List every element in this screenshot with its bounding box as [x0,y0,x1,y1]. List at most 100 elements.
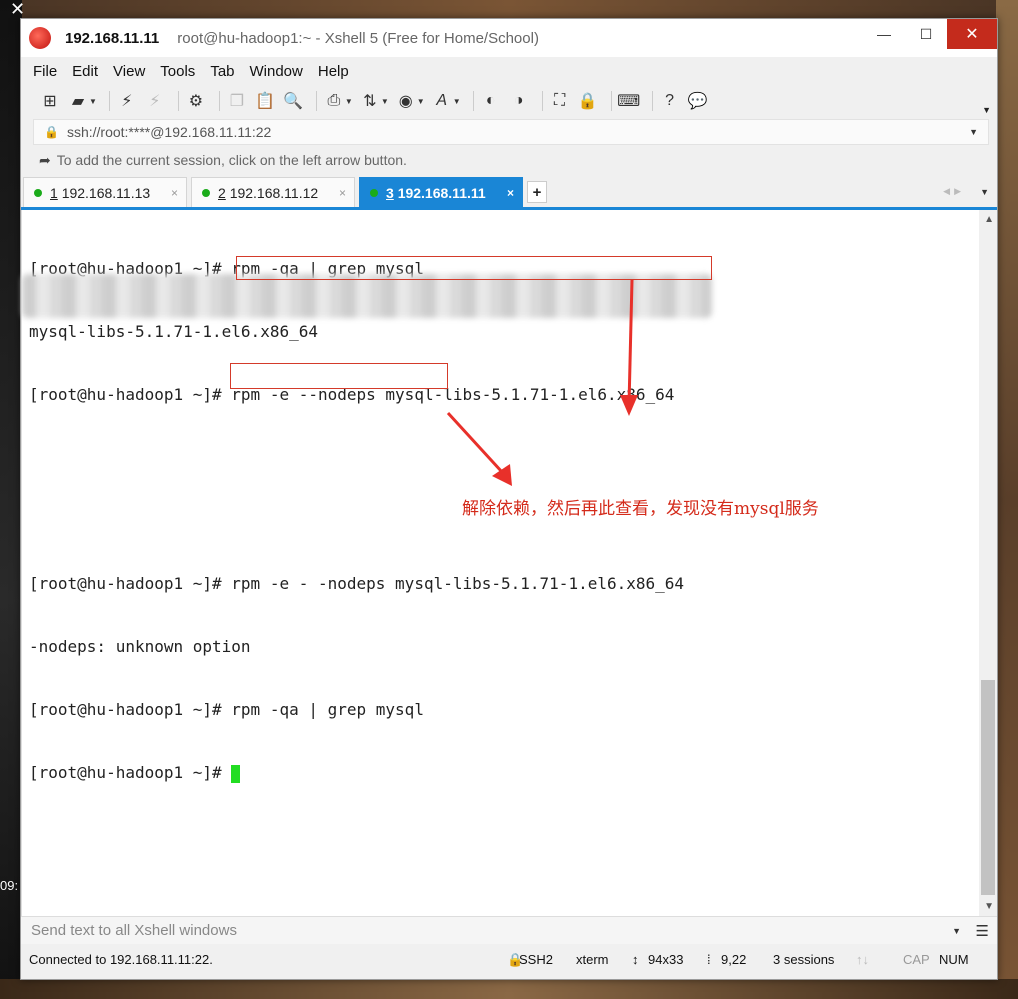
menu-tools[interactable]: Tools [160,63,195,80]
terminal-scrollbar[interactable]: ▲ ▼ [979,210,997,916]
scroll-down-icon[interactable]: ▼ [984,901,994,912]
caps-lock-status: CAP [903,952,930,967]
window-title-ip: 192.168.11.11 [65,29,160,47]
redacted-blur [22,274,712,318]
globe-icon[interactable]: ◉ [395,90,417,112]
tab-session-3[interactable]: 3 192.168.11.11 × [359,177,523,207]
globe-dropdown-icon[interactable]: ▼ [417,97,425,106]
toolbar-divider [651,91,653,111]
window-title: root@hu-hadoop1:~ - Xshell 5 (Free for H… [177,29,539,47]
tab-label: 192.168.11.12 [229,184,319,201]
menu-bar: File Edit View Tools Tab Window Help [21,57,997,85]
tab-number: 2 [218,184,226,201]
tab-close-icon[interactable]: × [339,186,346,200]
chat-icon[interactable]: 💬 [687,90,709,112]
terminal-area[interactable]: [root@hu-hadoop1 ~]# rpm -qa | grep mysq… [21,210,997,916]
send-text-input[interactable]: Send text to all Xshell windows [31,922,237,939]
toolbar-divider [108,91,110,111]
keyboard-icon[interactable]: ⌨ [617,90,640,112]
fullscreen-icon[interactable]: ⛶ [549,90,571,112]
font-icon[interactable]: A [431,90,453,112]
tab-close-icon[interactable]: × [171,186,178,200]
font-dropdown-icon[interactable]: ▼ [453,97,461,106]
terminal-prompt: [root@hu-hadoop1 ~]# [29,763,232,782]
scroll-up-icon[interactable]: ▲ [984,214,994,225]
arrow-session-icon[interactable]: ➦ [39,152,51,169]
session-hint-bar: ➦ To add the current session, click on t… [21,145,997,175]
lock-icon: 🔒 [44,125,59,139]
window-controls: — ☐ ✕ [863,19,997,49]
terminal-size-icon: ↕ [632,952,639,967]
properties-icon[interactable]: ⚙ [185,90,207,112]
send-menu-icon[interactable]: ☰ [976,922,989,940]
find-icon[interactable]: 🔍 [282,90,304,112]
annotation-text: 解除依赖，然后再此查看，发现没有mysql服务 [462,499,819,519]
tab-scroll-arrows-icon[interactable]: ◀▶ [943,186,965,197]
toolbar-divider [610,91,612,111]
terminal-size: 94x33 [648,952,684,967]
highlight-box-grep [230,363,448,389]
toolbar-divider [315,91,317,111]
desktop-background-left [0,0,22,999]
xshell-window: 192.168.11.11 root@hu-hadoop1:~ - Xshell… [20,18,998,980]
toolbar-overflow-icon[interactable]: ▼ [982,105,991,115]
close-button[interactable]: ✕ [947,19,997,49]
maximize-button[interactable]: ☐ [905,19,947,49]
script-icon[interactable]: ◑ [508,90,530,112]
menu-view[interactable]: View [113,63,145,80]
address-dropdown-icon[interactable]: ▼ [969,127,978,137]
highlight-box-nodeps [236,256,712,280]
tab-session-2[interactable]: 2 192.168.11.12 × [191,177,355,207]
toolbar: ⊞ ▰ ▼ ⚡ ⚡ ⚙ ❐ 📋 🔍 ⎙ ▼ ⇅ ▼ ◉ ▼ A ▼ ◐ ◑ ⛶ 🔒 ⌨ ?… [21,85,997,117]
menu-tab[interactable]: Tab [210,63,234,80]
new-session-icon[interactable]: ⊞ [39,90,61,112]
menu-help[interactable]: Help [318,63,349,80]
scrollbar-thumb[interactable] [981,680,995,895]
terminal-line: mysql-libs-5.1.71-1.el6.x86_64 [29,322,318,341]
toolbar-divider [541,91,543,111]
terminal-line: [root@hu-hadoop1 ~]# rpm -e - -nodeps my… [29,574,685,593]
protocol-status: SSH2 [519,952,553,967]
lock-icon[interactable]: 🔒 [577,90,599,112]
session-count: 3 sessions [773,952,835,967]
tab-bar: 1 192.168.11.13 × 2 192.168.11.12 × 3 19… [21,175,997,207]
terminal-line: [root@hu-hadoop1 ~]# rpm -qa | grep mysq… [29,700,424,719]
add-tab-button[interactable]: + [527,181,547,203]
help-icon[interactable]: ? [659,90,681,112]
open-dropdown-icon[interactable]: ▼ [89,97,97,106]
desktop-background-bottom [0,979,1018,999]
disconnect-icon[interactable]: ⚡ [144,90,166,112]
upload-download-icon: ↑↓ [856,952,869,967]
open-folder-icon[interactable]: ▰ [67,90,89,112]
close-icon[interactable]: ✕ [10,0,34,18]
send-text-bar[interactable]: Send text to all Xshell windows ▼ ☰ [21,916,997,944]
paste-icon[interactable]: 📋 [254,90,276,112]
menu-file[interactable]: File [33,63,57,80]
connected-status-icon [34,188,42,197]
xftp-icon[interactable]: ◐ [480,90,502,112]
minimize-button[interactable]: — [863,19,905,49]
terminal-prompt-line: [root@hu-hadoop1 ~]# [29,762,684,783]
print-dropdown-icon[interactable]: ▼ [345,97,353,106]
tab-close-icon[interactable]: × [507,186,514,200]
session-hint-text: To add the current session, click on the… [56,152,407,168]
transfer-icon[interactable]: ⇅ [359,90,381,112]
num-lock-status: NUM [939,952,969,967]
copy-icon[interactable]: ❐ [226,90,248,112]
title-bar[interactable]: 192.168.11.11 root@hu-hadoop1:~ - Xshell… [21,19,997,57]
desktop-background-top [22,0,996,18]
address-bar[interactable]: 🔒 ssh://root:****@192.168.11.11:22 ▼ [33,119,989,145]
connect-icon[interactable]: ⚡ [116,90,138,112]
tab-session-1[interactable]: 1 192.168.11.13 × [23,177,187,207]
xshell-logo-icon [29,27,51,49]
menu-window[interactable]: Window [250,63,303,80]
desktop-background-right [996,0,1018,999]
tab-label: 192.168.11.11 [397,184,486,201]
tab-number: 1 [50,184,58,201]
transfer-dropdown-icon[interactable]: ▼ [381,97,389,106]
send-dropdown-icon[interactable]: ▼ [952,926,961,936]
menu-edit[interactable]: Edit [72,63,98,80]
tab-menu-icon[interactable]: ▼ [980,187,989,197]
print-icon[interactable]: ⎙ [323,90,345,112]
